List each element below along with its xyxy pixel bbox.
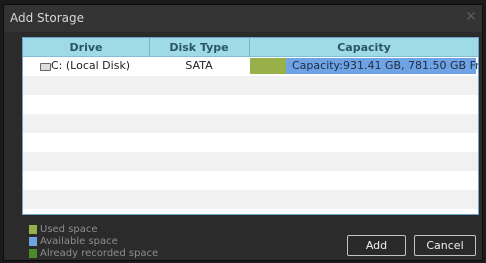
table-header: Drive Disk Type Capacity — [23, 38, 478, 57]
legend-label: Available space — [40, 236, 118, 247]
legend-label: Already recorded space — [40, 248, 159, 259]
legend-label: Used space — [40, 224, 98, 235]
column-header-capacity[interactable]: Capacity — [250, 41, 478, 54]
add-storage-dialog: Add Storage ✕ Drive Disk Type Capacity C… — [3, 4, 483, 261]
add-button[interactable]: Add — [347, 235, 406, 256]
column-header-disk-type[interactable]: Disk Type — [150, 41, 248, 54]
capacity-bar: Capacity:931.41 GB, 781.50 GB Free — [250, 58, 479, 74]
storage-table: Drive Disk Type Capacity C: (Local Disk)… — [22, 37, 479, 215]
empty-row — [23, 76, 478, 95]
disk-type-cell: SATA — [185, 59, 213, 72]
close-icon[interactable]: ✕ — [464, 10, 478, 24]
empty-row — [23, 171, 478, 190]
empty-row — [23, 152, 478, 171]
used-space-swatch — [29, 225, 37, 234]
dialog-title: Add Storage — [10, 11, 84, 25]
available-space-swatch — [29, 237, 37, 246]
cancel-button[interactable]: Cancel — [414, 235, 476, 256]
empty-row — [23, 190, 478, 209]
table-row[interactable]: C: (Local Disk) SATA Capacity:931.41 GB,… — [23, 57, 478, 76]
capacity-text: Capacity:931.41 GB, 781.50 GB Free — [292, 59, 479, 72]
column-header-drive[interactable]: Drive — [23, 41, 149, 54]
used-space-fill — [250, 58, 287, 74]
title-bar: Add Storage ✕ — [4, 5, 482, 32]
drive-icon — [40, 63, 51, 71]
drive-cell: C: (Local Disk) — [51, 59, 131, 72]
empty-row — [23, 95, 478, 114]
empty-row — [23, 133, 478, 152]
recorded-space-swatch — [29, 249, 37, 258]
empty-row — [23, 114, 478, 133]
